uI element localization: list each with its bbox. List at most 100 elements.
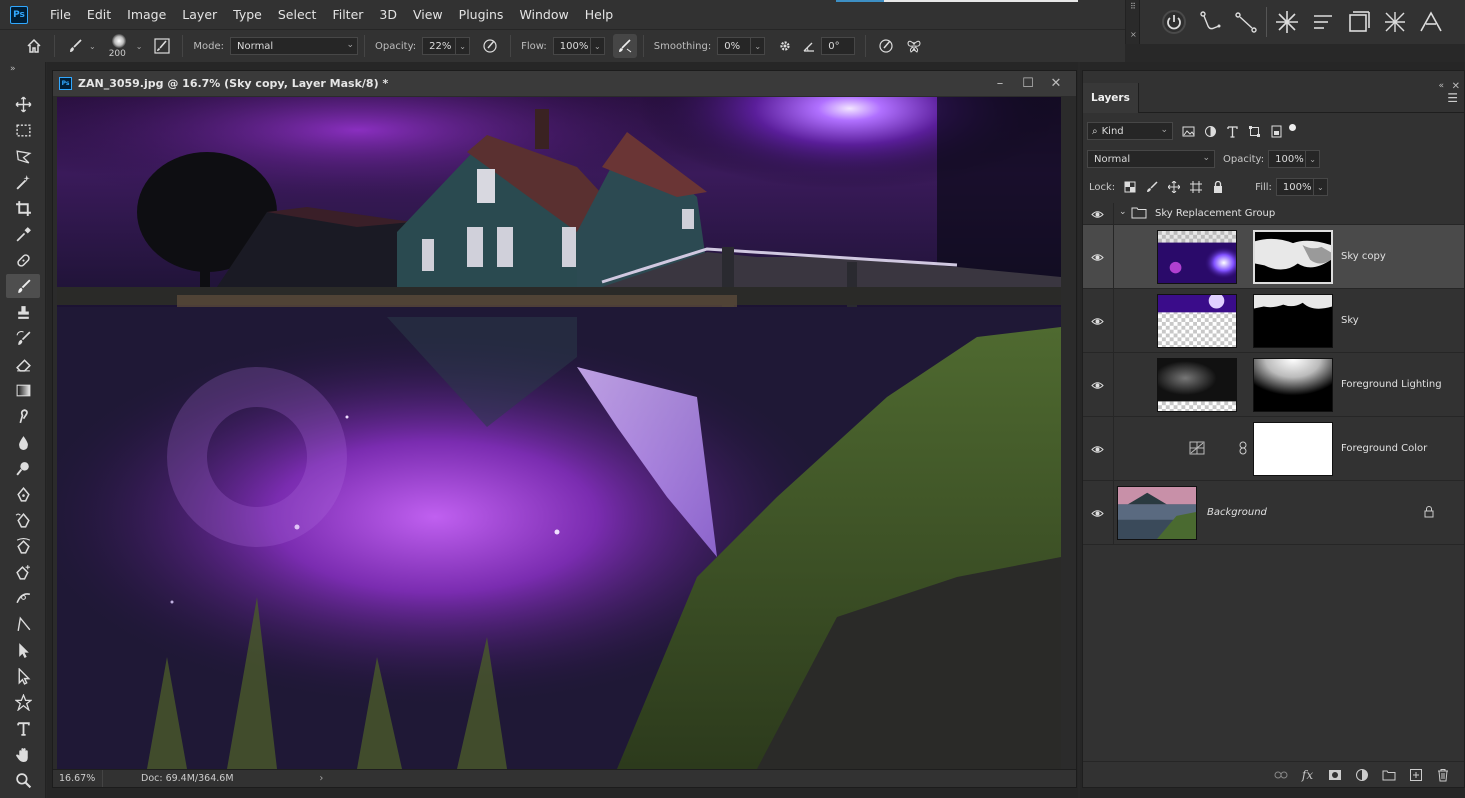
filter-toggle-icon[interactable] (1289, 123, 1296, 131)
menu-select[interactable]: Select (270, 0, 325, 29)
eye-icon[interactable] (1089, 206, 1105, 222)
layer-thumbnail[interactable] (1157, 230, 1237, 284)
starburst-icon[interactable] (1269, 4, 1305, 40)
gear-icon[interactable] (771, 32, 799, 60)
layer-mask-thumbnail[interactable] (1253, 230, 1333, 284)
tab-layers[interactable]: Layers (1083, 83, 1139, 113)
layer-opacity-input[interactable]: 100% (1268, 150, 1307, 168)
menu-filter[interactable]: Filter (324, 0, 371, 29)
layer-row-sky-copy[interactable]: Sky copy (1083, 225, 1464, 289)
lock-image-pixels-icon[interactable] (1141, 178, 1163, 196)
frame-icon[interactable] (1341, 4, 1377, 40)
chain-link-icon[interactable] (1239, 441, 1247, 458)
menu-layer[interactable]: Layer (174, 0, 225, 29)
marquee-tool-icon[interactable] (6, 118, 40, 142)
layer-thumbnail[interactable] (1157, 358, 1237, 412)
fx-layer-style-icon[interactable]: fx (1294, 765, 1321, 785)
curve-tool-icon[interactable] (1192, 4, 1228, 40)
dodge-tool-icon[interactable] (6, 456, 40, 480)
smart-object-filter-icon[interactable] (1265, 122, 1287, 140)
layer-row-background[interactable]: Background (1083, 481, 1464, 545)
trash-icon[interactable] (1429, 765, 1456, 785)
power-icon[interactable] (1156, 4, 1192, 40)
adjustment-layer-icon[interactable] (1189, 441, 1205, 458)
add-mask-icon[interactable] (1321, 765, 1348, 785)
crop-tool-icon[interactable] (6, 196, 40, 220)
freeform-pen-tool-icon[interactable] (6, 508, 40, 532)
eye-icon[interactable] (1089, 505, 1105, 521)
menu-window[interactable]: Window (511, 0, 576, 29)
brush-size-picker[interactable]: 200 (104, 32, 134, 60)
menu-file[interactable]: File (42, 0, 79, 29)
zoom-tool-icon[interactable] (6, 768, 40, 792)
eye-icon[interactable] (1089, 377, 1105, 393)
magic-wand-tool-icon[interactable] (6, 170, 40, 194)
pen-tool-icon[interactable] (6, 482, 40, 506)
lock-position-icon[interactable] (1163, 178, 1185, 196)
layer-thumbnail[interactable] (1157, 294, 1237, 348)
chevron-down-icon[interactable]: ⌄ (1119, 207, 1127, 217)
opacity-dropdown-chevron-icon[interactable]: ⌄ (456, 37, 471, 55)
eye-icon[interactable] (1089, 249, 1105, 265)
symmetry-butterfly-icon[interactable] (900, 32, 928, 60)
panel-menu-icon[interactable]: ☰ (1447, 91, 1458, 105)
document-tab[interactable]: Ps ZAN_3059.jpg @ 16.7% (Sky copy, Layer… (53, 71, 1076, 96)
grid-cross-icon[interactable] (1377, 4, 1413, 40)
eye-icon[interactable] (1089, 313, 1105, 329)
angle-line-tool-icon[interactable] (6, 612, 40, 636)
curvature-pen-tool-icon[interactable] (6, 534, 40, 558)
eyedropper-tool-icon[interactable] (6, 222, 40, 246)
healing-brush-tool-icon[interactable] (6, 248, 40, 272)
clone-stamp-tool-icon[interactable] (6, 300, 40, 324)
opacity-input[interactable]: 22% (422, 37, 457, 55)
gradient-tool-icon[interactable] (6, 378, 40, 402)
puppet-warp-tool-icon[interactable] (6, 690, 40, 714)
home-icon[interactable] (20, 32, 48, 60)
menu-type[interactable]: Type (225, 0, 270, 29)
layer-mask-thumbnail[interactable] (1253, 358, 1333, 412)
blend-mode-select[interactable]: Normal ⌄ (1087, 150, 1215, 168)
toolbar-collapse-icon[interactable]: » (10, 64, 16, 74)
status-menu-arrow-icon[interactable]: › (320, 773, 324, 784)
align-lines-icon[interactable] (1305, 4, 1341, 40)
hand-tool-icon[interactable] (6, 742, 40, 766)
image-canvas[interactable] (57, 97, 1061, 769)
zoom-level-field[interactable]: 16.67% (53, 770, 103, 787)
smudge-tool-icon[interactable] (6, 404, 40, 428)
flow-input[interactable]: 100% (552, 37, 591, 55)
strip-grip[interactable]: ⠿ × (1126, 0, 1140, 44)
eraser-tool-icon[interactable] (6, 352, 40, 376)
link-layers-icon[interactable] (1267, 765, 1294, 785)
pressure-opacity-icon[interactable] (476, 32, 504, 60)
maximize-icon[interactable]: ☐ (1014, 71, 1042, 96)
minimize-icon[interactable]: – (986, 71, 1014, 96)
menu-edit[interactable]: Edit (79, 0, 119, 29)
lock-icon[interactable] (1423, 505, 1435, 521)
layer-thumbnail[interactable] (1117, 486, 1197, 540)
layer-row-sky[interactable]: Sky (1083, 289, 1464, 353)
filter-kind-select[interactable]: ⌕ Kind ⌄ (1087, 122, 1173, 140)
vertex-icon[interactable] (1413, 4, 1449, 40)
lock-transparent-pixels-icon[interactable] (1119, 178, 1141, 196)
eye-icon[interactable] (1089, 441, 1105, 457)
lock-all-icon[interactable] (1207, 178, 1229, 196)
new-adjustment-layer-icon[interactable] (1348, 765, 1375, 785)
shape-filter-icon[interactable] (1243, 122, 1265, 140)
type-tool-icon[interactable] (6, 716, 40, 740)
layer-row-sky-replacement-group[interactable]: ⌄ Sky Replacement Group (1083, 203, 1464, 225)
history-brush-tool-icon[interactable] (6, 326, 40, 350)
direct-selection-tool-icon[interactable] (6, 664, 40, 688)
chevron-down-icon[interactable]: ⌄ (136, 42, 143, 51)
brush-settings-panel-icon[interactable] (148, 32, 176, 60)
fill-input[interactable]: 100% (1275, 178, 1314, 196)
convert-point-tool-icon[interactable] (6, 586, 40, 610)
pressure-size-icon[interactable] (872, 32, 900, 60)
menu-view[interactable]: View (405, 0, 451, 29)
line-tool-icon[interactable] (1228, 4, 1264, 40)
layer-mask-thumbnail[interactable] (1253, 294, 1333, 348)
lock-artboard-icon[interactable] (1185, 178, 1207, 196)
move-tool-icon[interactable] (6, 92, 40, 116)
brush-tool-icon[interactable] (6, 274, 40, 298)
airbrush-toggle-icon[interactable] (612, 34, 637, 58)
new-layer-icon[interactable] (1402, 765, 1429, 785)
